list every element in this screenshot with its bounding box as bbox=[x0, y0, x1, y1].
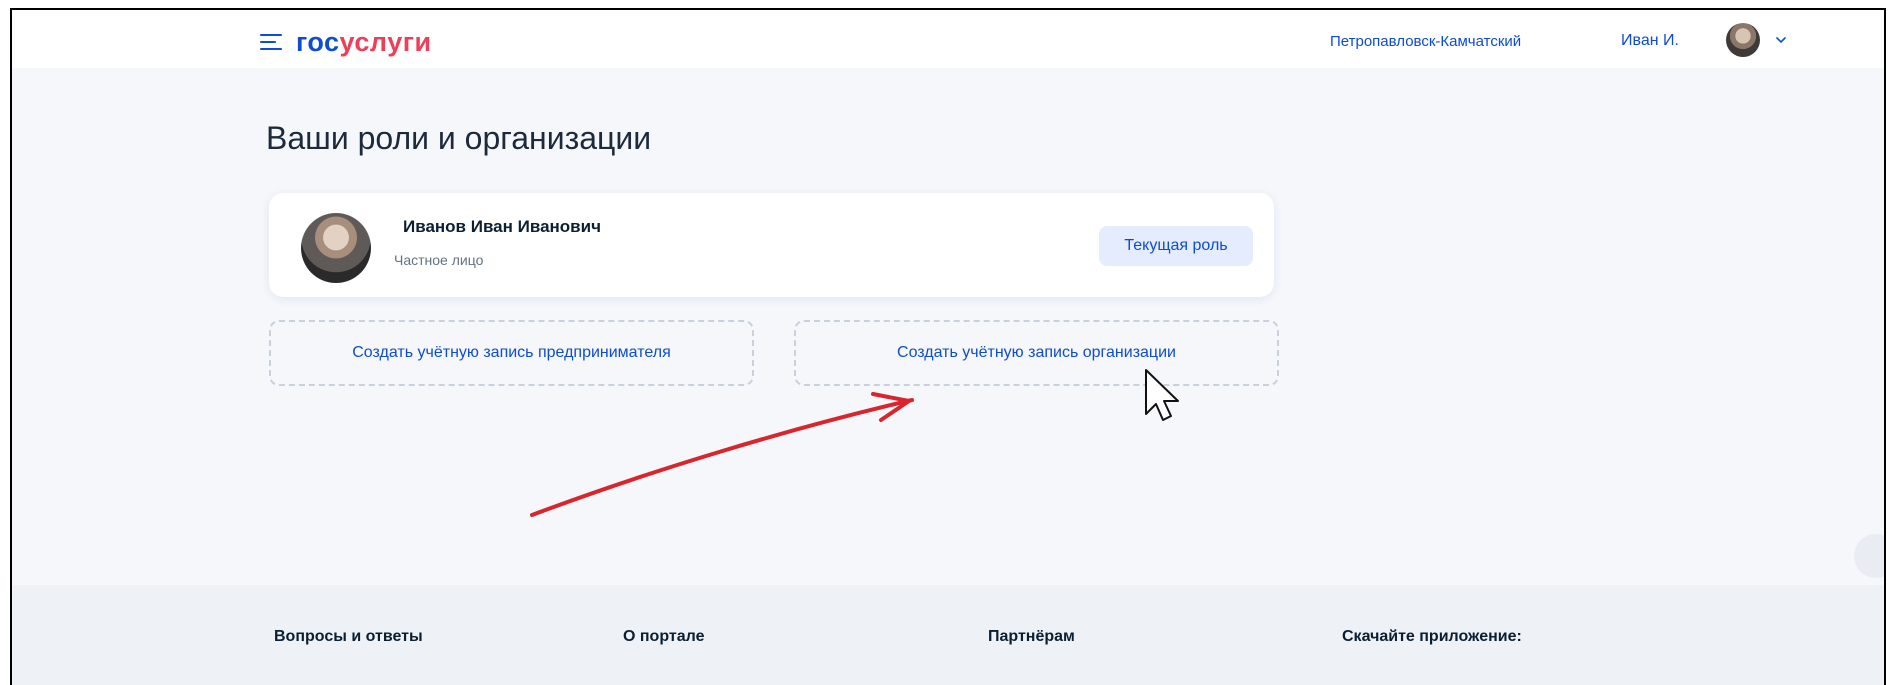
annotation-arrow bbox=[530, 392, 914, 517]
browser-frame: госуслуги Петропавловск-Камчатский Иван … bbox=[10, 8, 1886, 685]
footer-faq-link[interactable]: Вопросы и ответы bbox=[274, 628, 423, 646]
footer-app-download: Скачайте приложение: bbox=[1342, 628, 1522, 645]
footer-partners-link[interactable]: Партнёрам bbox=[988, 628, 1075, 646]
footer-about-link[interactable]: О портале bbox=[623, 628, 704, 646]
mouse-cursor-icon bbox=[1145, 369, 1179, 421]
annotation-overlay bbox=[530, 369, 1179, 517]
